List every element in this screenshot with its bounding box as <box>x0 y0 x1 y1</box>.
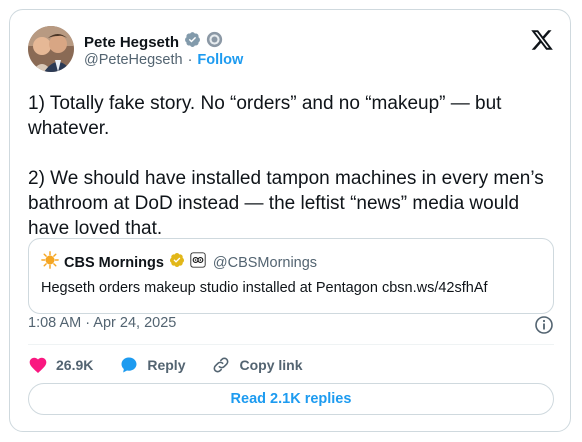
read-replies-button[interactable]: Read 2.1K replies <box>28 383 554 415</box>
author-handle[interactable]: @PeteHegseth <box>84 52 183 68</box>
government-badge-icon <box>206 31 223 53</box>
quoted-author-name[interactable]: CBS Mornings <box>64 255 164 271</box>
cbs-avatar-icon <box>41 251 59 274</box>
verified-gold-badge-icon <box>169 252 185 273</box>
info-icon[interactable] <box>534 315 554 335</box>
link-icon <box>211 355 231 375</box>
quoted-tweet[interactable]: CBS Mornings @CBSMornings Hegseth orders… <box>28 238 554 314</box>
author-avatar[interactable] <box>28 26 74 72</box>
tweet-meta-row: 1:08 AM · Apr 24, 2025 <box>28 315 554 335</box>
action-bar: 26.9K Reply Copy link <box>28 355 329 375</box>
follow-button[interactable]: Follow <box>197 52 243 68</box>
cbs-affiliate-badge-icon <box>190 252 206 273</box>
tweet-text: 1) Totally fake story. No “orders” and n… <box>28 93 544 239</box>
heart-icon <box>28 355 48 375</box>
copy-link-label: Copy link <box>239 357 303 373</box>
divider <box>28 344 554 345</box>
author-handle-row: @PeteHegseth · Follow <box>84 52 243 68</box>
quoted-tweet-header: CBS Mornings @CBSMornings <box>41 251 317 274</box>
verified-badge-icon <box>184 31 201 53</box>
tweet-timestamp[interactable]: 1:08 AM · Apr 24, 2025 <box>28 315 176 331</box>
reply-label: Reply <box>147 357 186 373</box>
reply-button[interactable]: Reply <box>119 355 185 375</box>
author-name-row: Pete Hegseth <box>84 31 223 53</box>
quoted-tweet-text: Hegseth orders makeup studio installed a… <box>41 280 488 296</box>
reply-bubble-icon <box>119 355 139 375</box>
quoted-author-handle[interactable]: @CBSMornings <box>213 255 317 271</box>
handle-separator: · <box>187 52 193 68</box>
copy-link-button[interactable]: Copy link <box>211 355 303 375</box>
tweet-card: Pete Hegseth @PeteHegseth · Follow 1) To… <box>9 9 571 432</box>
like-count: 26.9K <box>56 357 94 373</box>
like-button[interactable]: 26.9K <box>28 355 93 375</box>
x-logo-icon[interactable] <box>530 28 554 52</box>
author-name[interactable]: Pete Hegseth <box>84 34 179 51</box>
